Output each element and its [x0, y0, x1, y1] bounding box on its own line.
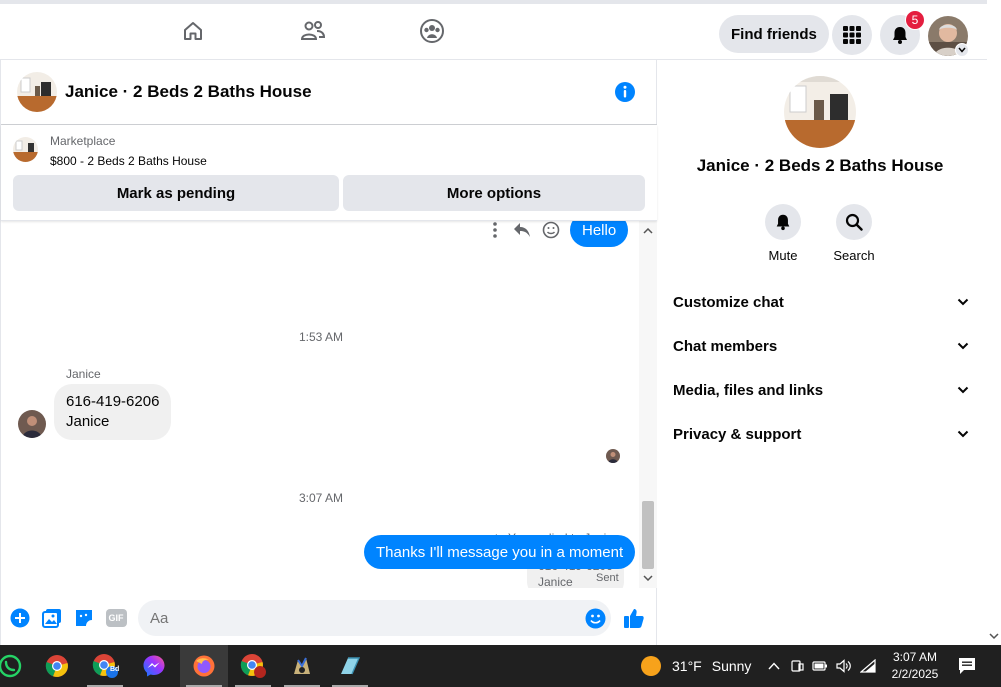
- chat-header: Janice · 2 Beds 2 Baths House: [1, 60, 657, 125]
- info-icon[interactable]: [614, 81, 636, 103]
- emoji-icon[interactable]: [584, 607, 606, 629]
- top-nav-bar: Find friends 5: [0, 0, 987, 60]
- friends-icon[interactable]: [300, 18, 326, 44]
- photo-icon[interactable]: [41, 607, 63, 629]
- device-icon[interactable]: [790, 659, 804, 673]
- message-input[interactable]: [138, 600, 611, 636]
- listing-photo[interactable]: [784, 76, 856, 148]
- mute-action[interactable]: Mute: [753, 204, 813, 263]
- message-scrollbar[interactable]: [639, 221, 657, 588]
- sun-icon: [641, 656, 661, 676]
- notification-center-icon[interactable]: [958, 657, 976, 680]
- chevron-up-icon[interactable]: [768, 662, 780, 670]
- chrome-second-profile-app-icon[interactable]: [229, 645, 277, 687]
- clock-time: 3:07 AM: [892, 650, 938, 664]
- mark-as-pending-button[interactable]: Mark as pending: [13, 175, 339, 211]
- listing-avatar[interactable]: [17, 72, 57, 112]
- system-tray: [768, 645, 876, 687]
- find-friends-button[interactable]: Find friends: [719, 15, 829, 53]
- more-options-button[interactable]: More options: [343, 175, 645, 211]
- section-media-files-links[interactable]: Media, files and links: [673, 378, 969, 402]
- search-label: Search: [833, 248, 875, 263]
- marketplace-listing-card: Marketplace $800 - 2 Beds 2 Baths House …: [1, 125, 657, 221]
- incoming-line-name: Janice: [66, 413, 110, 430]
- chevron-down-icon: [957, 298, 969, 306]
- chevron-down-icon: [957, 430, 969, 438]
- sender-name: Janice: [66, 367, 101, 381]
- thumbs-up-icon[interactable]: [623, 607, 645, 629]
- account-menu-chevron-icon[interactable]: [955, 43, 969, 57]
- bell-icon: [776, 214, 790, 231]
- page-scrollbar[interactable]: [987, 0, 1001, 645]
- section-privacy-support[interactable]: Privacy & support: [673, 422, 969, 446]
- section-label: Privacy & support: [673, 425, 802, 443]
- conversation-panel: Janice · 2 Beds 2 Baths House Marketplac…: [0, 60, 657, 645]
- timestamp-divider: 3:07 AM: [298, 491, 344, 505]
- section-label: Chat members: [673, 337, 778, 355]
- sent-status: Sent: [596, 572, 619, 584]
- outgoing-message-bubble[interactable]: Hello: [570, 221, 629, 247]
- battery-icon[interactable]: [812, 660, 828, 672]
- conversation-info-panel: Janice · 2 Beds 2 Baths House Mute Searc…: [657, 60, 987, 645]
- reply-icon[interactable]: [512, 221, 532, 240]
- messenger-app-icon[interactable]: [130, 645, 178, 687]
- plus-circle-icon[interactable]: [9, 607, 31, 629]
- bell-icon: [893, 27, 907, 44]
- notes-app-icon[interactable]: [326, 645, 374, 687]
- more-vertical-icon[interactable]: [485, 221, 505, 240]
- search-icon: [845, 213, 863, 231]
- chat-title[interactable]: Janice · 2 Beds 2 Baths House: [65, 82, 312, 102]
- scroll-down-arrow-icon[interactable]: [642, 572, 654, 584]
- chrome-app-icon[interactable]: [33, 645, 81, 687]
- wifi-icon[interactable]: [860, 659, 876, 673]
- chevron-down-icon: [957, 342, 969, 350]
- incoming-line-phone: 616-419-6206: [66, 393, 160, 410]
- windows-taskbar: Bd 31°F Sunny 3:07 AM 2/2/2025: [0, 645, 1001, 687]
- notification-count-badge: 5: [905, 10, 925, 30]
- section-label: Customize chat: [673, 293, 784, 311]
- volume-icon[interactable]: [836, 659, 852, 673]
- grid-icon: [843, 26, 861, 44]
- section-chat-members[interactable]: Chat members: [673, 334, 969, 358]
- firefox-app-icon[interactable]: [180, 645, 228, 687]
- weather-widget[interactable]: 31°F Sunny: [640, 645, 751, 687]
- game-app-icon[interactable]: [278, 645, 326, 687]
- weather-temperature: 31°F: [672, 658, 702, 674]
- outgoing-message-bubble[interactable]: Thanks I'll message you in a moment: [364, 535, 636, 569]
- gif-label: GIF: [105, 609, 127, 627]
- scroll-down-arrow-icon[interactable]: [989, 632, 999, 640]
- marketplace-label: Marketplace: [50, 134, 116, 148]
- listing-thumbnail[interactable]: [13, 137, 38, 162]
- weather-description: Sunny: [711, 658, 752, 674]
- profile-badge: Bd: [110, 666, 120, 673]
- read-receipt-avatar: [606, 449, 620, 463]
- chevron-down-icon: [957, 386, 969, 394]
- scroll-up-arrow-icon[interactable]: [642, 225, 654, 237]
- clock-date: 2/2/2025: [891, 667, 939, 681]
- scroll-thumb[interactable]: [642, 501, 654, 569]
- system-clock[interactable]: 3:07 AM 2/2/2025: [880, 649, 950, 683]
- groups-icon[interactable]: [419, 18, 445, 44]
- message-list: Hello 1:53 AM Janice 616-419-6206 Janice…: [1, 221, 641, 588]
- sender-avatar[interactable]: [18, 410, 46, 438]
- gif-icon[interactable]: GIF: [105, 607, 127, 629]
- message-composer: GIF: [1, 588, 657, 645]
- section-customize-chat[interactable]: Customize chat: [673, 290, 969, 314]
- section-label: Media, files and links: [673, 381, 824, 399]
- mute-label: Mute: [768, 248, 798, 263]
- home-icon[interactable]: [180, 18, 206, 44]
- whatsapp-app-icon[interactable]: [0, 645, 34, 687]
- menu-grid-button[interactable]: [832, 15, 872, 55]
- incoming-message-bubble[interactable]: 616-419-6206 Janice: [54, 384, 172, 440]
- listing-price-title[interactable]: $800 - 2 Beds 2 Baths House: [50, 154, 207, 168]
- react-emoji-icon[interactable]: [541, 221, 561, 240]
- timestamp-divider: 1:53 AM: [298, 330, 344, 344]
- search-action[interactable]: Search: [824, 204, 884, 263]
- chrome-profile-app-icon[interactable]: Bd: [81, 645, 129, 687]
- info-panel-title: Janice · 2 Beds 2 Baths House: [696, 156, 944, 175]
- sticker-icon[interactable]: [73, 607, 95, 629]
